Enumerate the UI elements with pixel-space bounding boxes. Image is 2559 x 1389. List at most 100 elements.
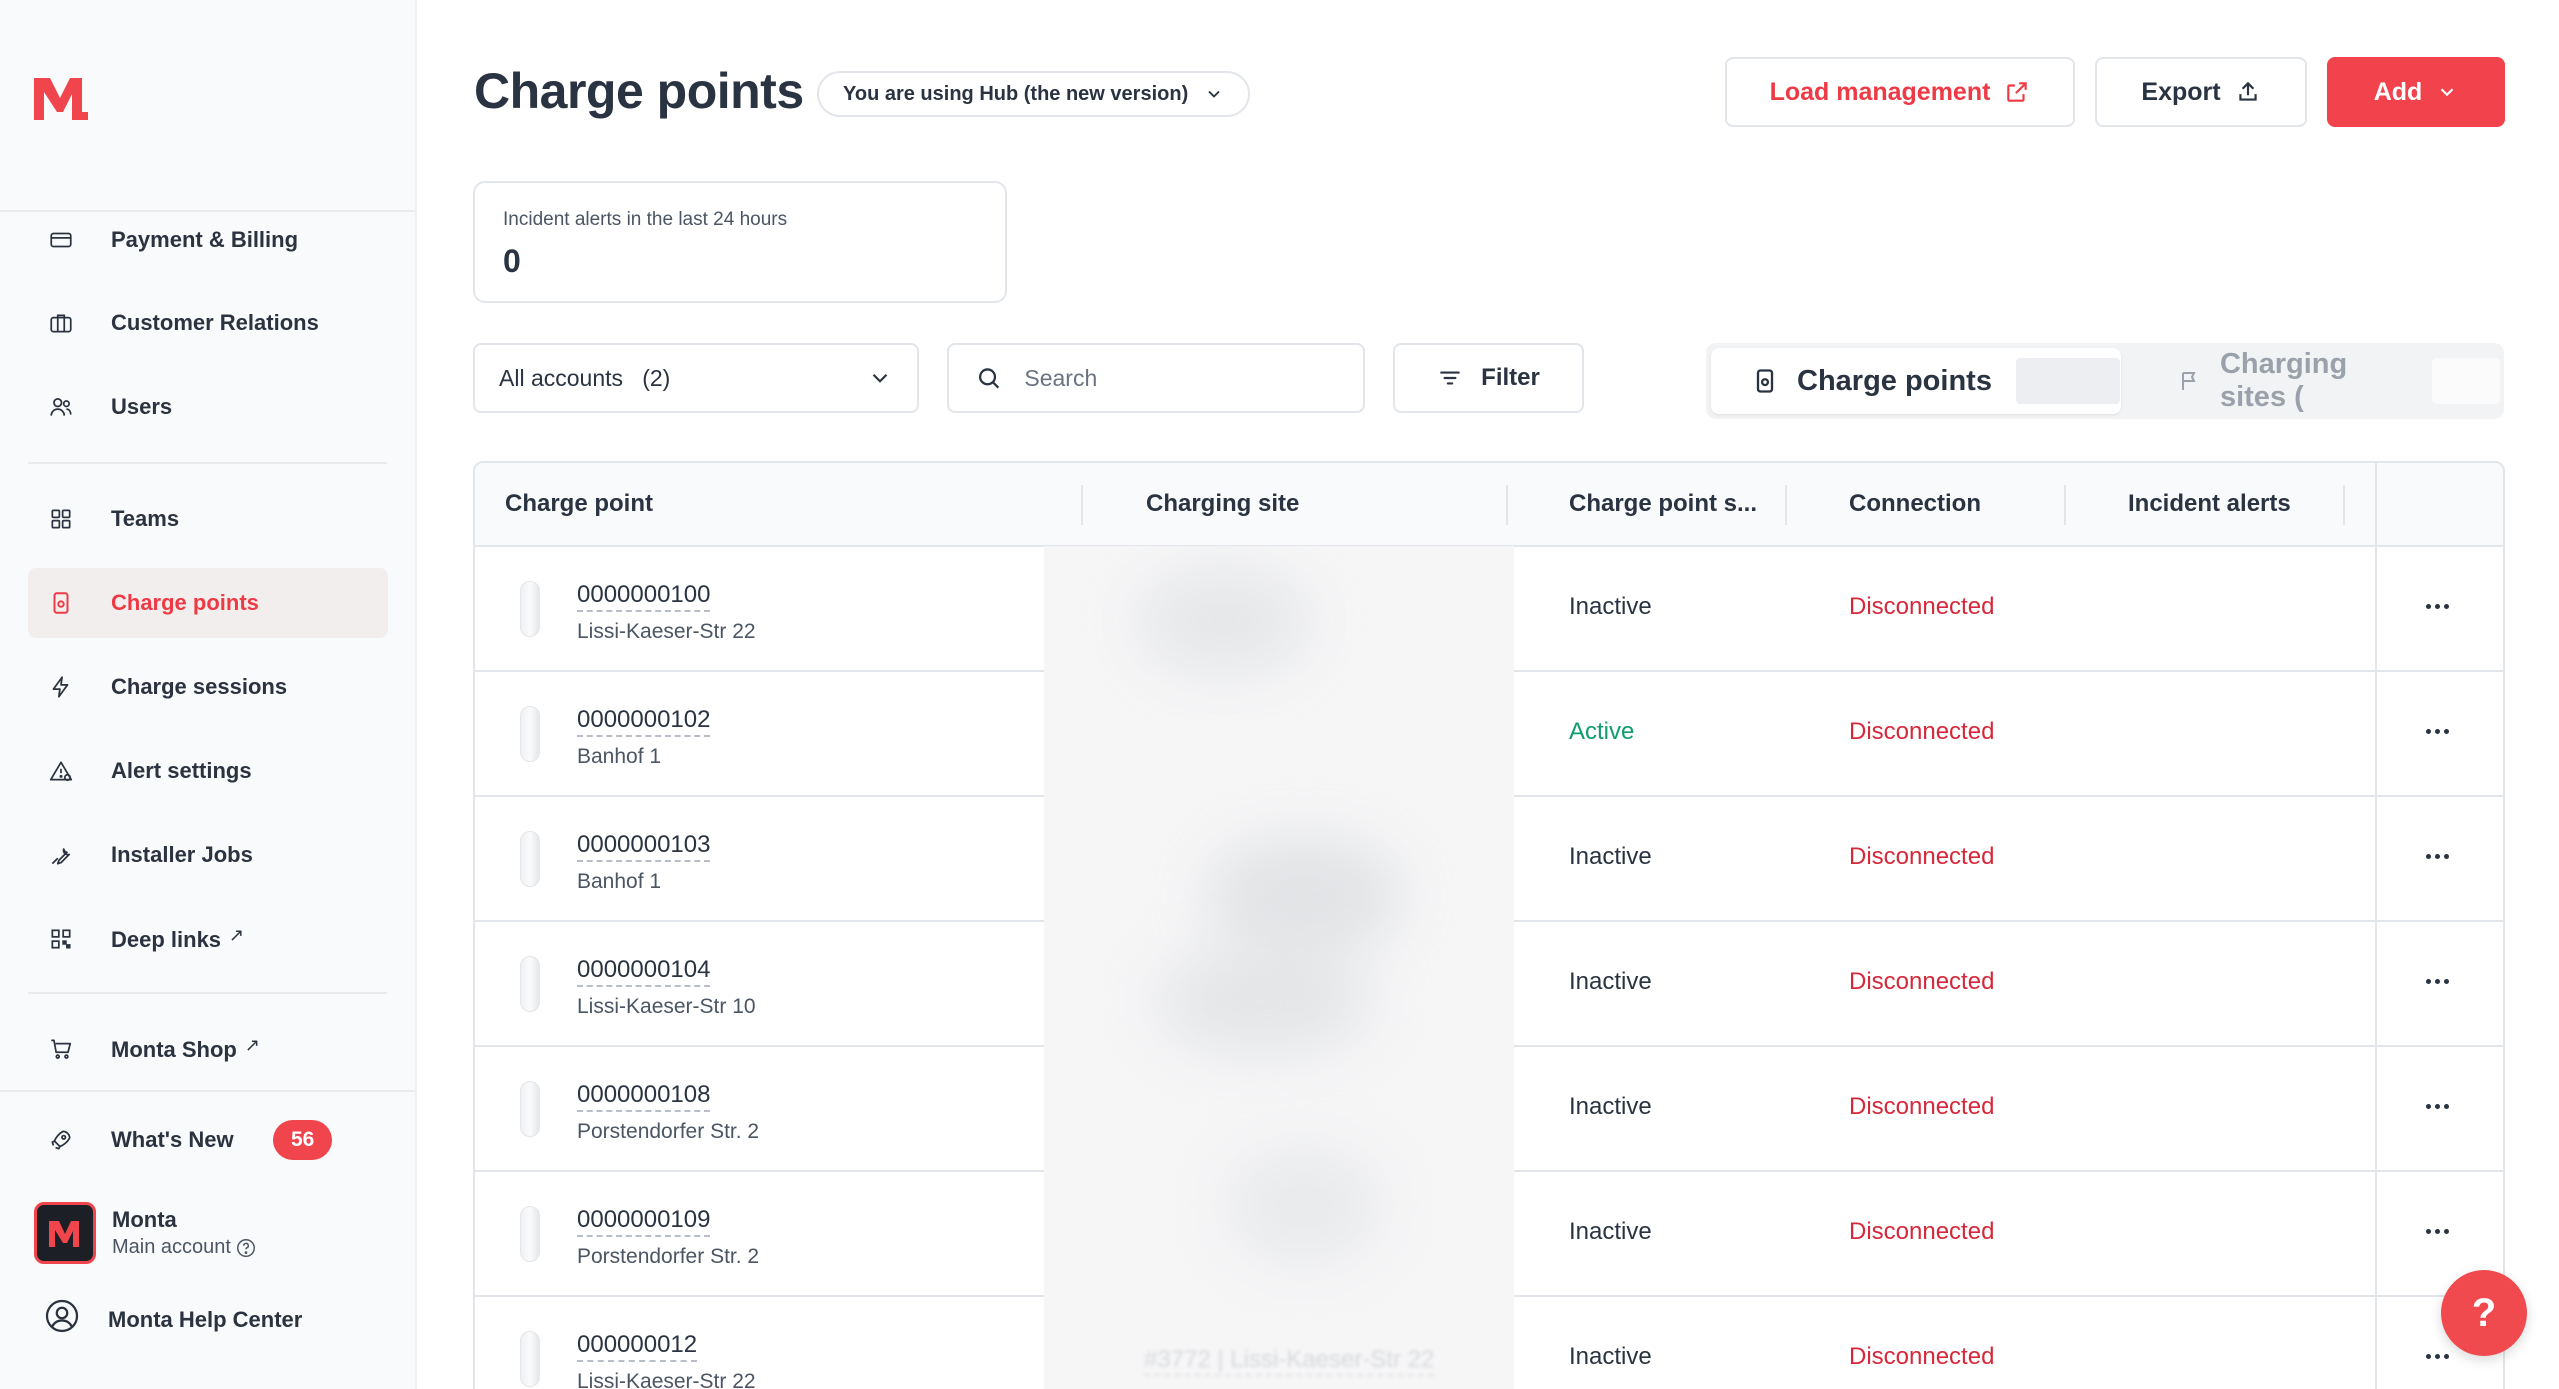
accounts-select[interactable]: All accounts (2) (473, 343, 919, 413)
sidebar-item-users[interactable]: Users (28, 372, 388, 442)
charge-point-id-link[interactable]: 0000000104 (577, 956, 711, 987)
sidebar-item-deep-links[interactable]: Deep links ↗ (28, 904, 388, 974)
sidebar-item-label: Charge points (111, 590, 259, 615)
column-header-charge-point[interactable]: Charge point (505, 463, 653, 545)
column-header-incident-alerts[interactable]: Incident alerts (2128, 463, 2291, 545)
charge-point-id-link[interactable]: 0000000102 (577, 706, 711, 737)
sidebar-item-label: Alert settings (111, 758, 252, 783)
row-actions-menu-icon[interactable] (2417, 1341, 2457, 1371)
view-toggle: Charge points Charging sites ( (1706, 343, 2504, 419)
chevron-down-icon (2441, 88, 2454, 97)
connection-status: Disconnected (1849, 593, 1995, 620)
sidebar-divider (0, 1090, 415, 1092)
row-actions-menu-icon[interactable] (2417, 841, 2457, 871)
briefcase-icon (48, 310, 74, 336)
charge-point-address: Banhof 1 (577, 745, 662, 768)
flag-icon (2181, 372, 2196, 390)
charge-point-thumbnail (520, 1206, 540, 1262)
grid-icon (48, 506, 74, 532)
qr-code-icon (48, 926, 74, 952)
load-management-button[interactable]: Load management (1725, 57, 2075, 127)
charge-point-status: Inactive (1569, 1093, 1652, 1120)
charge-point-status: Inactive (1569, 1343, 1652, 1370)
sidebar-item-charge-points[interactable]: Charge points (28, 568, 388, 638)
charge-point-address: Lissi-Kaeser-Str 22 (577, 1370, 756, 1389)
monta-logo[interactable] (30, 68, 90, 124)
account-name[interactable]: Monta (112, 1207, 177, 1233)
charge-point-address: Lissi-Kaeser-Str 10 (577, 995, 756, 1018)
connection-status: Disconnected (1849, 718, 1995, 745)
table-header: Charge point Charging site Charge point … (475, 463, 2503, 547)
sidebar-item-label: Users (111, 394, 173, 419)
hub-version-selector[interactable]: You are using Hub (the new version) (817, 71, 1251, 117)
charge-point-id-link[interactable]: 0000000100 (577, 581, 711, 612)
charge-point-address: Lissi-Kaeser-Str 22 (577, 620, 756, 643)
column-divider[interactable] (1785, 485, 1787, 525)
column-header-charge-point-status[interactable]: Charge point s... (1569, 463, 1757, 545)
connection-status: Disconnected (1849, 1343, 1995, 1370)
sidebar-item-payment-billing[interactable]: Payment & Billing (28, 205, 388, 275)
account-avatar[interactable] (34, 1202, 96, 1264)
sidebar-item-alert-settings[interactable]: Alert settings (28, 736, 388, 806)
filter-button[interactable]: Filter (1393, 343, 1584, 413)
search-input[interactable] (1024, 364, 1337, 392)
add-label: Add (2373, 77, 2423, 106)
export-button[interactable]: Export (2095, 57, 2307, 127)
sidebar-item-monta-shop[interactable]: Monta Shop ↗ (28, 1014, 388, 1084)
column-header-charging-site[interactable]: Charging site (1146, 463, 1299, 545)
row-actions-menu-icon[interactable] (2417, 591, 2457, 621)
charge-point-thumbnail (520, 1331, 540, 1387)
column-divider[interactable] (2343, 485, 2345, 525)
search-field[interactable] (947, 343, 1365, 413)
upload-icon (2238, 81, 2257, 101)
help-center-link[interactable]: Monta Help Center (108, 1307, 302, 1333)
sidebar-item-installer-jobs[interactable]: Installer Jobs (28, 820, 388, 890)
charge-point-thumbnail (520, 706, 540, 762)
charge-point-id-link[interactable]: 0000000103 (577, 831, 711, 862)
sidebar-item-teams[interactable]: Teams (28, 484, 388, 554)
row-actions-menu-icon[interactable] (2417, 1216, 2457, 1246)
add-button[interactable]: Add (2327, 57, 2505, 127)
charge-point-thumbnail (520, 956, 540, 1012)
sidebar-item-whats-new[interactable]: What's New 56 (28, 1105, 388, 1175)
charge-point-address: Porstendorfer Str. 2 (577, 1120, 760, 1143)
sidebar-item-customer-relations[interactable]: Customer Relations (28, 288, 388, 358)
hub-version-text: You are using Hub (the new version) (843, 82, 1189, 105)
charge-point-status: Inactive (1569, 1218, 1652, 1245)
toggle-charge-points[interactable]: Charge points (1711, 348, 2121, 414)
charger-icon (48, 590, 74, 616)
sidebar-item-label: Installer Jobs (111, 842, 253, 867)
row-actions-menu-icon[interactable] (2417, 1091, 2457, 1121)
charge-point-thumbnail (520, 831, 540, 887)
charging-site-link-partial[interactable]: #3772 | Lissi-Kaeser-Str 22 (1144, 1346, 1435, 1376)
charge-point-id-link[interactable]: 000000012 (577, 1331, 698, 1362)
sidebar-item-label: What's New (111, 1127, 234, 1152)
sidebar-item-label: Charge sessions (111, 674, 288, 699)
toggle-charging-sites[interactable]: Charging sites ( (2126, 348, 2500, 414)
column-header-connection[interactable]: Connection (1849, 463, 1981, 545)
charging-site-column-redacted (1044, 546, 1514, 1389)
row-actions-menu-icon[interactable] (2417, 716, 2457, 746)
charge-point-id-link[interactable]: 0000000109 (577, 1206, 711, 1237)
column-divider[interactable] (2064, 485, 2066, 525)
column-divider[interactable] (1081, 485, 1083, 525)
help-circle-icon[interactable] (235, 1237, 257, 1259)
whats-new-count-badge: 56 (273, 1120, 333, 1160)
row-actions-menu-icon[interactable] (2417, 966, 2457, 996)
page-title: Charge points (474, 63, 804, 119)
sidebar-item-charge-sessions[interactable]: Charge sessions (28, 652, 388, 722)
search-icon (978, 368, 1000, 389)
sidebar-item-label: Customer Relations (111, 310, 319, 335)
toggle-charge-points-label: Charge points (1797, 364, 1992, 397)
chevron-down-icon (872, 373, 888, 383)
connection-status: Disconnected (1849, 968, 1995, 995)
column-divider[interactable] (1506, 485, 1508, 525)
charge-point-status: Inactive (1569, 593, 1652, 620)
help-fab-button[interactable]: ? (2441, 1270, 2527, 1356)
charge-point-id-link[interactable]: 0000000108 (577, 1081, 711, 1112)
user-avatar-icon[interactable] (44, 1298, 80, 1334)
accounts-select-value: All accounts (2) (499, 364, 671, 391)
load-management-label: Load management (1769, 77, 1991, 106)
sidebar-item-label: Monta Shop ↗ (111, 1035, 260, 1062)
app-root: Payment & Billing Customer Relations Use… (0, 0, 2559, 1389)
